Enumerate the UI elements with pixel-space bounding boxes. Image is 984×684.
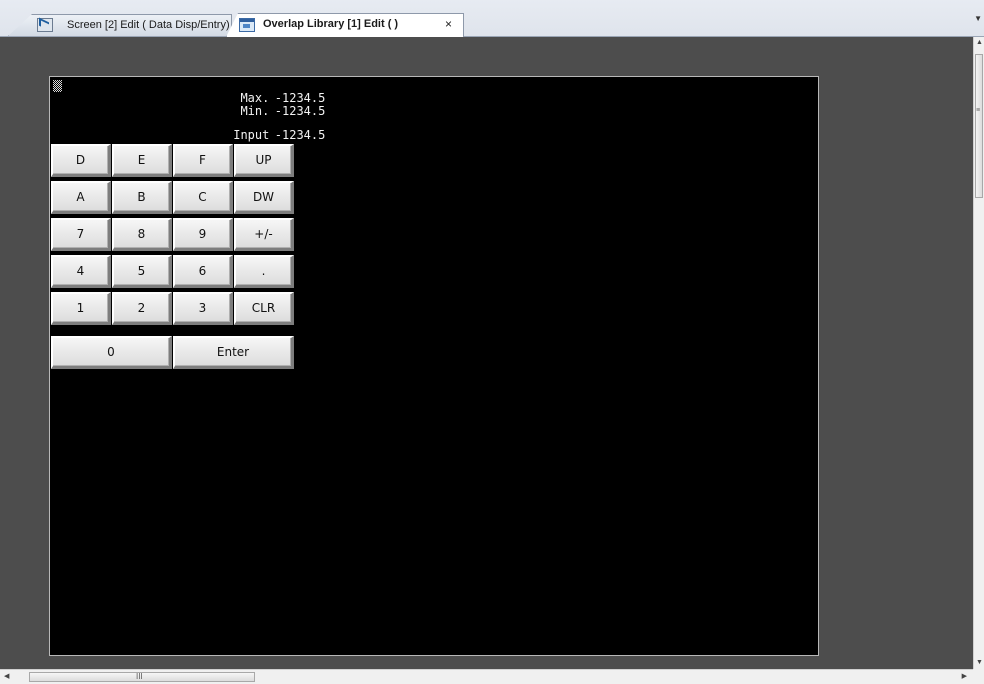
- key-2[interactable]: 2: [112, 292, 172, 325]
- input-label: Input: [233, 128, 270, 142]
- key-0[interactable]: 0: [51, 336, 172, 369]
- scroll-up-arrow-icon[interactable]: ▲: [976, 39, 983, 47]
- tab-screen-edit[interactable]: Screen [2] Edit ( Data Disp/Entry): [8, 14, 232, 36]
- close-tab-icon[interactable]: ×: [445, 14, 452, 34]
- scrollbar-corner: [973, 669, 984, 684]
- key-enter[interactable]: Enter: [173, 336, 294, 369]
- key-3[interactable]: 3: [173, 292, 233, 325]
- vertical-scrollbar[interactable]: ▲ ≡ ▼: [973, 37, 984, 669]
- key-decimal[interactable]: .: [234, 255, 294, 288]
- vertical-scroll-thumb[interactable]: ≡: [975, 54, 983, 198]
- key-e[interactable]: E: [112, 144, 172, 177]
- key-6[interactable]: 6: [173, 255, 233, 288]
- object-handle-icon[interactable]: [53, 80, 62, 92]
- horizontal-scroll-thumb[interactable]: III: [29, 672, 255, 682]
- tab-overlap-library-edit[interactable]: Overlap Library [1] Edit ( ) ×: [226, 13, 464, 37]
- document-tab-strip: Screen [2] Edit ( Data Disp/Entry) Overl…: [0, 0, 984, 37]
- vertical-thumb-grip-icon: ≡: [976, 107, 981, 114]
- key-plus-minus[interactable]: +/-: [234, 218, 294, 251]
- key-4[interactable]: 4: [51, 255, 111, 288]
- key-d[interactable]: D: [51, 144, 111, 177]
- key-7[interactable]: 7: [51, 218, 111, 251]
- key-c[interactable]: C: [173, 181, 233, 214]
- min-label: Min.: [240, 104, 270, 118]
- tab-overlap-library-label: Overlap Library [1] Edit ( ): [263, 18, 399, 30]
- key-clr[interactable]: CLR: [234, 292, 294, 325]
- horizontal-scrollbar[interactable]: ◀ III ▶: [0, 669, 973, 684]
- min-value: -1234.5: [274, 104, 326, 118]
- editor-workspace: Max. -1234.5 Min. -1234.5 Input -1234.5 0 E…: [0, 37, 973, 669]
- input-value-display[interactable]: -1234.5: [269, 129, 326, 141]
- key-a[interactable]: A: [51, 181, 111, 214]
- key-b[interactable]: B: [112, 181, 172, 214]
- key-up[interactable]: UP: [234, 144, 294, 177]
- scroll-left-arrow-icon[interactable]: ◀: [4, 673, 9, 681]
- key-dw[interactable]: DW: [234, 181, 294, 214]
- overlap-library-icon: [239, 18, 255, 32]
- key-f[interactable]: F: [173, 144, 233, 177]
- key-1[interactable]: 1: [51, 292, 111, 325]
- screen-edit-icon: [37, 18, 53, 32]
- tab-list-dropdown-icon[interactable]: ▼: [974, 14, 982, 23]
- key-9[interactable]: 9: [173, 218, 233, 251]
- key-8[interactable]: 8: [112, 218, 172, 251]
- scroll-down-arrow-icon[interactable]: ▼: [976, 659, 983, 667]
- tab-screen-edit-label: Screen [2] Edit ( Data Disp/Entry): [67, 19, 230, 31]
- hmi-screen-canvas[interactable]: Max. -1234.5 Min. -1234.5 Input -1234.5 0 E…: [49, 76, 819, 656]
- scroll-right-arrow-icon[interactable]: ▶: [962, 673, 967, 681]
- horizontal-thumb-grip-icon: III: [136, 672, 143, 681]
- key-5[interactable]: 5: [112, 255, 172, 288]
